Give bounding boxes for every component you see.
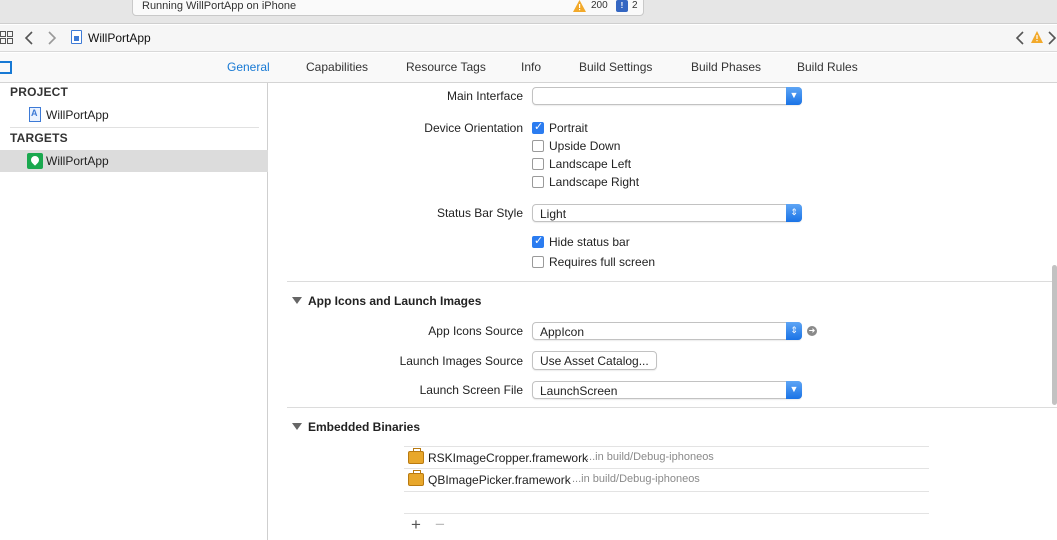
tab-resource-tags[interactable]: Resource Tags [406,60,486,74]
table-row[interactable]: RSKImageCropper.framework ...in build/De… [404,446,929,468]
status-bar-style-label: Status Bar Style [436,206,523,220]
landscape-left-label: Landscape Left [549,157,632,171]
chevron-left-icon[interactable] [1015,31,1025,45]
issue-count: 2 [632,0,638,11]
grid-icon[interactable] [0,31,13,44]
jump-bar: WillPortApp [0,25,1057,52]
portrait-checkbox[interactable] [532,120,544,134]
warning-triangle-icon[interactable] [573,0,586,12]
app-icons-source-label: App Icons Source [428,324,523,338]
sidebar-item-target[interactable]: WillPortApp [0,150,268,172]
upside-down-checkbox[interactable] [532,140,544,152]
framework-name: QBImagePicker.framework [428,473,571,487]
requires-full-screen-checkbox[interactable] [532,256,544,268]
general-settings-pane: Main Interface ▼ Device Orientation Port… [269,83,1057,540]
chevron-right-icon[interactable] [1047,31,1057,45]
requires-full-screen-label: Requires full screen [549,255,656,269]
sidebar-item-project[interactable]: WillPortApp [0,104,268,126]
status-bar-style-value: Light [540,207,567,221]
table-footer-border [404,513,929,514]
app-icons-section-title: App Icons and Launch Images [308,294,482,308]
landscape-left-checkbox[interactable] [532,158,544,170]
launch-screen-file-value: LaunchScreen [540,384,618,398]
landscape-right-checkbox[interactable] [532,176,544,188]
tab-general[interactable]: General [227,60,270,74]
upside-down-label: Upside Down [549,139,621,153]
tab-build-phases[interactable]: Build Phases [691,60,761,74]
hide-status-bar-label: Hide status bar [549,235,630,249]
activity-view: Running WillPortApp on iPhone 200 ! 2 [132,0,644,16]
framework-name: RSKImageCropper.framework [428,451,589,465]
sidebar-toggle-icon[interactable] [0,61,12,74]
table-row[interactable]: QBImagePicker.framework ...in build/Debu… [404,468,929,490]
device-orientation-label: Device Orientation [424,121,523,135]
chevron-left-icon[interactable] [24,31,34,45]
warning-triangle-icon[interactable] [1030,30,1044,44]
tab-info[interactable]: Info [521,60,541,74]
vertical-scrollbar[interactable] [1052,265,1057,405]
section-divider [287,407,1057,408]
portrait-label: Portrait [549,121,588,135]
remove-button[interactable]: − [435,515,445,535]
tab-build-rules[interactable]: Build Rules [797,60,858,74]
sidebar-item-label: WillPortApp [46,154,109,168]
activity-bar: Running WillPortApp on iPhone 200 ! 2 [0,0,1057,24]
status-bar-style-select[interactable]: Light ⇕ [532,204,802,222]
chevron-updown-icon[interactable]: ⇕ [786,204,802,222]
disclosure-triangle-icon[interactable] [292,297,302,304]
project-file-icon [71,30,82,44]
activity-status: Running WillPortApp on iPhone [142,0,297,12]
use-asset-catalog-button[interactable]: Use Asset Catalog... [532,351,657,370]
landscape-right-label: Landscape Right [549,175,640,189]
table-bottom-border [404,491,929,492]
sidebar-item-label: WillPortApp [46,108,109,122]
project-header: PROJECT [10,85,69,99]
hide-status-bar-checkbox[interactable] [532,234,544,248]
editor-tab-bar: General Capabilities Resource Tags Info … [0,53,1057,83]
app-icons-source-value: AppIcon [540,325,585,339]
section-divider [287,281,1057,282]
framework-toolbox-icon [408,470,424,486]
chevron-down-icon[interactable]: ▼ [786,381,802,399]
launch-screen-file-label: Launch Screen File [419,383,523,397]
chevron-down-icon[interactable]: ▼ [786,87,802,105]
tab-capabilities[interactable]: Capabilities [306,60,368,74]
launch-images-source-label: Launch Images Source [399,354,523,368]
framework-path: ...in build/Debug-iphoneos [586,451,714,463]
embedded-binaries-section-title: Embedded Binaries [308,420,421,434]
main-interface-combobox[interactable]: ▼ [532,87,802,105]
app-icons-source-select[interactable]: AppIcon ⇕ [532,322,802,340]
targets-header: TARGETS [10,131,68,145]
chevron-updown-icon[interactable]: ⇕ [786,322,802,340]
tab-build-settings[interactable]: Build Settings [579,60,652,74]
chevron-right-icon[interactable] [47,31,57,45]
issue-badge-icon[interactable]: ! [616,0,628,12]
launch-screen-file-combobox[interactable]: LaunchScreen ▼ [532,381,802,399]
sidebar-divider [10,127,259,128]
jumpbar-title[interactable]: WillPortApp [88,31,151,45]
warning-count: 200 [591,0,608,11]
add-button[interactable]: + [411,515,421,535]
main-interface-label: Main Interface [446,89,523,103]
go-to-asset-icon[interactable]: ➜ [807,326,817,336]
app-target-icon [27,153,43,169]
framework-path: ...in build/Debug-iphoneos [572,473,700,485]
disclosure-triangle-icon[interactable] [292,423,302,430]
project-icon [29,107,41,122]
project-targets-sidebar: PROJECT WillPortApp TARGETS WillPortApp [0,83,268,540]
framework-toolbox-icon [408,448,424,464]
